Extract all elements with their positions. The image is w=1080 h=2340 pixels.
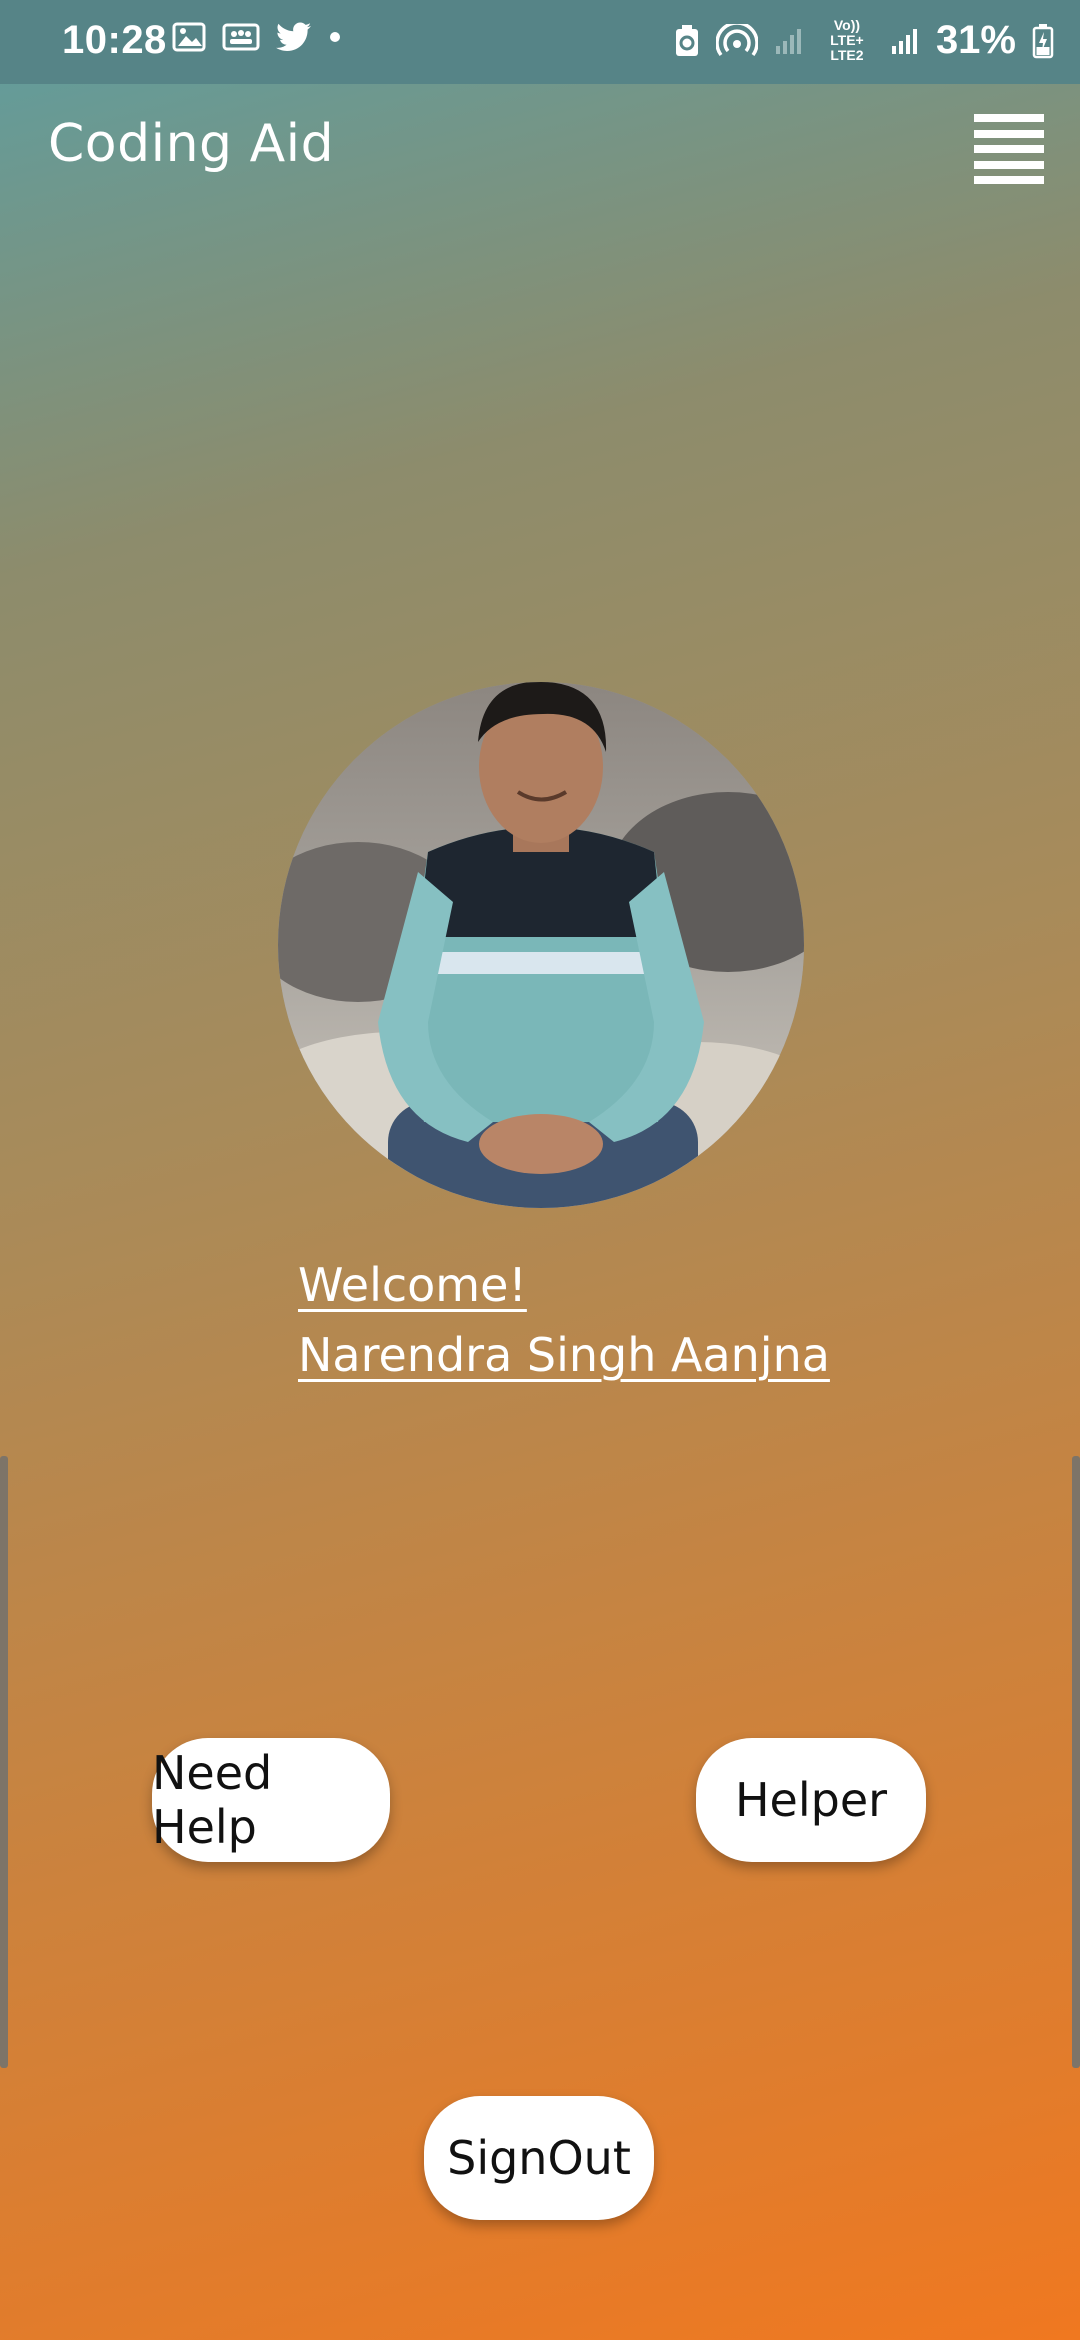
sign-out-button[interactable]: SignOut [424,2096,654,2220]
user-name[interactable]: Narendra Singh Aanjna [298,1320,830,1390]
menu-line [974,145,1044,153]
menu-line [974,129,1044,138]
status-time: 10:28 [62,18,167,62]
hotspot-icon [715,23,758,56]
status-right-group: Vo)) LTE+ LTE2 31% [674,18,1054,63]
helper-button[interactable]: Helper [696,1738,926,1862]
need-help-button[interactable]: Need Help [152,1738,390,1862]
signal-icon [775,28,801,54]
network-type: Vo)) LTE+ LTE2 [830,17,864,63]
hamburger-menu-icon[interactable] [974,114,1050,184]
battery-icon [1032,23,1054,58]
battery-saver-icon [675,24,698,56]
twitter-icon [276,22,311,51]
left-edge-indicator [0,1456,8,2068]
signal-icon [891,28,917,54]
profile-avatar [278,682,804,1208]
app-title: Coding Aid [48,114,335,174]
notification-icons [172,22,342,52]
right-edge-indicator [1072,1456,1080,2068]
battery-percent: 31% [935,18,1016,62]
gallery-icon [172,22,206,52]
menu-line [974,114,1044,122]
welcome-text[interactable]: Welcome! [298,1250,830,1320]
app-toolbar: Coding Aid [0,84,1080,220]
menu-line [974,176,1044,184]
welcome-block: Welcome! Narendra Singh Aanjna [298,1250,830,1390]
screen: 10:28 Vo)) LTE+ LTE2 31% Coding Aid Welc… [0,0,1080,2340]
status-bar: 10:28 Vo)) LTE+ LTE2 31% [0,0,1080,84]
group-icon [222,23,260,51]
menu-line [974,160,1044,169]
profile-photo [278,682,804,1208]
dot-icon [330,32,340,42]
